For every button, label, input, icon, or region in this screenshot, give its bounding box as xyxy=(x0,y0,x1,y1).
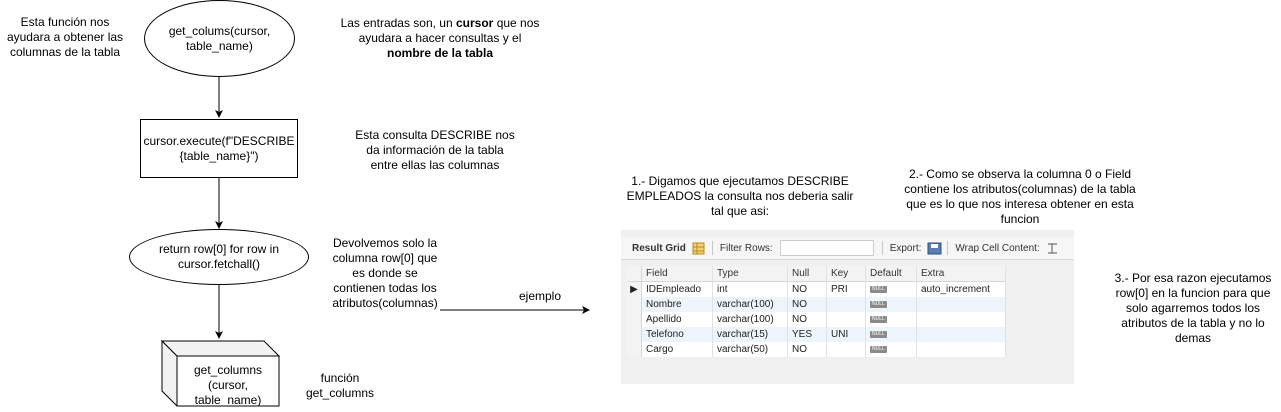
result-grid-screenshot: Result Grid Filter Rows: Export: Wrap Ce… xyxy=(621,230,1074,384)
note-returns: Devolvemos solo la columna row[0] que es… xyxy=(332,236,438,310)
table-header-row: Field Type Null Key Default Extra xyxy=(627,266,1006,282)
export-icon[interactable] xyxy=(927,242,942,255)
note-function-purpose: Esta función nos ayudara a obtener las c… xyxy=(6,15,124,59)
wrap-text-icon[interactable] xyxy=(1046,242,1059,255)
table-row[interactable]: Cargo varchar(50) NO NULL xyxy=(627,342,1006,357)
note-inputs: Las entradas son, un cursor que nos ayud… xyxy=(340,16,540,60)
end-node-label: get_columns (cursor, table_name) xyxy=(193,363,263,407)
col-header-extra[interactable]: Extra xyxy=(916,266,1006,282)
null-badge: NULL xyxy=(870,330,887,338)
execute-node: cursor.execute(f"DESCRIBE {table_name}") xyxy=(140,119,298,178)
grid-icon[interactable] xyxy=(692,242,705,255)
table-row[interactable]: Telefono varchar(15) YES UNI NULL xyxy=(627,327,1006,342)
col-header-field[interactable]: Field xyxy=(641,266,713,282)
result-grid-toolbar: Result Grid Filter Rows: Export: Wrap Ce… xyxy=(621,237,1074,260)
table-row[interactable]: ▶ IDEmpleado int NO PRI NULL auto_increm… xyxy=(627,281,1006,297)
table-row[interactable]: Apellido varchar(100) NO NULL xyxy=(627,312,1006,327)
row-pointer-icon: ▶ xyxy=(627,281,642,297)
table-row[interactable]: Nombre varchar(100) NO NULL xyxy=(627,297,1006,312)
col-header-type[interactable]: Type xyxy=(712,266,788,282)
col-header-key[interactable]: Key xyxy=(826,266,866,282)
null-badge: NULL xyxy=(870,315,887,323)
col-header-null[interactable]: Null xyxy=(787,266,827,282)
label-ejemplo: ejemplo xyxy=(518,289,562,303)
note-step2: 2.- Como se observa la columna 0 o Field… xyxy=(904,167,1136,226)
filter-rows-input[interactable] xyxy=(779,240,874,256)
col-header-default[interactable]: Default xyxy=(865,266,917,282)
note-step1: 1.- Digamos que ejecutamos DESCRIBE EMPL… xyxy=(626,174,854,218)
filter-rows-label: Filter Rows: xyxy=(719,242,773,254)
describe-results-table: Field Type Null Key Default Extra ▶ IDEm… xyxy=(627,266,1006,357)
null-badge: NULL xyxy=(870,345,887,353)
wrap-cell-label: Wrap Cell Content: xyxy=(955,242,1040,254)
note-funcion: función get_columns xyxy=(305,371,375,400)
return-node: return row[0] for row in cursor.fetchall… xyxy=(129,229,309,285)
null-badge: NULL xyxy=(870,300,887,308)
result-grid-tab[interactable]: Result Grid xyxy=(632,243,686,254)
note-step3: 3.- Por esa razon ejecutamos row[0] en l… xyxy=(1114,271,1272,345)
start-node: get_colums(cursor, table_name) xyxy=(144,0,295,77)
export-label: Export: xyxy=(889,242,922,254)
note-describe: Esta consulta DESCRIBE nos da informació… xyxy=(355,128,515,172)
null-badge: NULL xyxy=(870,285,887,293)
